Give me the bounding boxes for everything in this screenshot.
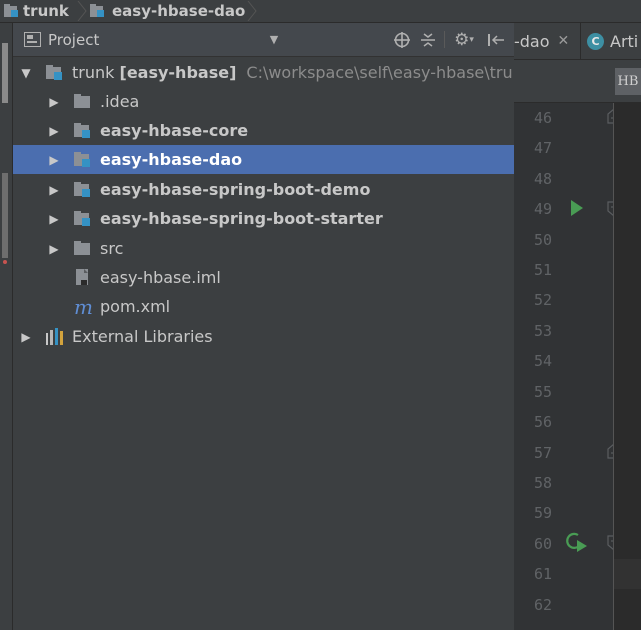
project-panel: Project ▼ ⚙ ▾ ▼ trunk [easy-hbase] C:\work… <box>13 23 514 630</box>
run-icon[interactable] <box>570 199 584 217</box>
tree-label: trunk [easy-hbase] C:\workspace\self\easy… <box>72 58 514 87</box>
breadcrumb-separator-icon <box>247 1 257 21</box>
tree-label: easy-hbase-core <box>100 121 249 140</box>
editor-area: -dao ✕ C Arti HB 46 47 48 49 50 51 52 53… <box>514 23 641 630</box>
project-panel-header: Project ▼ ⚙ ▾ <box>13 23 514 57</box>
stripe-tab-structure[interactable] <box>2 173 8 258</box>
editor-tab-dao[interactable]: -dao ✕ <box>514 23 569 59</box>
collapsed-arrow-icon[interactable]: ▶ <box>47 204 61 233</box>
line-number: 62 <box>533 596 552 614</box>
tree-label: External Libraries <box>72 327 213 346</box>
module-folder-icon <box>74 211 90 226</box>
tree-row-src[interactable]: ▶ src <box>13 234 514 263</box>
iml-file-icon <box>76 269 88 285</box>
view-mode-dropdown-icon[interactable]: ▼ <box>265 23 283 56</box>
line-number: 46 <box>533 109 552 127</box>
tab-label: -dao <box>514 31 550 51</box>
editor-toolbar: HB <box>514 60 641 102</box>
line-number: 53 <box>533 322 552 340</box>
module-folder-icon <box>46 65 62 80</box>
hide-icon[interactable] <box>483 23 509 56</box>
editor-tab-arti[interactable]: C Arti <box>587 23 638 59</box>
toolbar-separator <box>444 31 445 48</box>
panel-title: Project <box>48 30 100 49</box>
collapsed-arrow-icon[interactable]: ▶ <box>47 175 61 204</box>
rerun-icon[interactable] <box>564 531 588 553</box>
stripe-tab-project[interactable] <box>2 43 8 103</box>
line-number: 50 <box>533 231 552 249</box>
module-folder-icon <box>74 123 90 138</box>
line-number: 56 <box>533 413 552 431</box>
breadcrumb-label: trunk <box>23 2 69 20</box>
tree-label: .idea <box>100 92 140 111</box>
tab-label: Arti <box>610 31 639 51</box>
hb-label[interactable]: HB <box>615 68 641 95</box>
line-number: 51 <box>533 261 552 279</box>
expand-arrow-icon[interactable]: ▼ <box>19 58 33 87</box>
class-icon: C <box>587 32 604 50</box>
editor-gutter: 46 47 48 49 50 51 52 53 54 55 56 57 58 5… <box>514 103 621 630</box>
collapsed-arrow-icon[interactable]: ▶ <box>47 234 61 263</box>
left-tool-stripe[interactable] <box>0 23 13 630</box>
line-number: 60 <box>533 535 552 553</box>
tree-row-trunk[interactable]: ▼ trunk [easy-hbase] C:\workspace\self\ea… <box>13 58 514 87</box>
line-number: 55 <box>533 383 552 401</box>
tree-row-easy-hbase-spring-boot-demo[interactable]: ▶ easy-hbase-spring-boot-demo <box>13 175 514 204</box>
collapsed-arrow-icon[interactable]: ▶ <box>47 116 61 145</box>
tree-row-easy-hbase-dao[interactable]: ▶ easy-hbase-dao <box>13 145 514 174</box>
collapsed-arrow-icon[interactable]: ▶ <box>47 145 61 174</box>
tree-label: easy-hbase-spring-boot-starter <box>100 209 383 228</box>
caret-row-highlight <box>614 559 641 589</box>
project-view-icon <box>24 32 41 47</box>
line-number: 48 <box>533 170 552 188</box>
collapse-all-icon[interactable] <box>417 23 439 56</box>
tree-row-easy-hbase-core[interactable]: ▶ easy-hbase-core <box>13 116 514 145</box>
tree-label: pom.xml <box>100 297 171 316</box>
collapsed-arrow-icon[interactable]: ▶ <box>19 322 33 351</box>
target-icon[interactable] <box>391 23 413 56</box>
line-number: 49 <box>533 200 552 218</box>
module-folder-icon <box>4 4 18 17</box>
line-number: 52 <box>533 291 552 309</box>
editor-tab-bar: -dao ✕ C Arti <box>514 23 641 60</box>
folder-icon <box>74 94 90 108</box>
stripe-notification-dot <box>3 260 7 264</box>
tree-row-easy-hbase-spring-boot-starter[interactable]: ▶ easy-hbase-spring-boot-starter <box>13 204 514 233</box>
breadcrumb-item-easy-hbase-dao[interactable]: easy-hbase-dao <box>90 0 245 22</box>
tree-path: C:\workspace\self\easy-hbase\trunk <box>246 63 514 82</box>
line-number: 47 <box>533 139 552 157</box>
tree-row-external-libraries[interactable]: ▶ External Libraries <box>13 322 514 351</box>
breadcrumb-label: easy-hbase-dao <box>112 2 246 20</box>
tree-row-easy-hbase-iml[interactable]: easy-hbase.iml <box>13 263 514 292</box>
module-folder-icon <box>90 4 104 17</box>
collapsed-arrow-icon[interactable]: ▶ <box>47 87 61 116</box>
tree-label: easy-hbase-dao <box>100 150 243 169</box>
line-number: 61 <box>533 565 552 583</box>
tree-row-idea[interactable]: ▶ .idea <box>13 87 514 116</box>
gear-icon[interactable]: ⚙ ▾ <box>450 23 478 56</box>
folder-icon <box>74 241 90 255</box>
libraries-icon <box>46 328 63 345</box>
line-number: 54 <box>533 352 552 370</box>
tree-label: src <box>100 239 124 258</box>
module-folder-icon <box>74 182 90 197</box>
close-icon[interactable]: ✕ <box>558 33 570 49</box>
breadcrumb-separator-icon <box>77 1 87 21</box>
module-folder-icon <box>74 152 90 167</box>
breadcrumb-item-trunk[interactable]: trunk <box>4 0 69 22</box>
maven-icon: m <box>74 294 93 319</box>
line-number: 57 <box>533 444 552 462</box>
breadcrumb: trunk easy-hbase-dao <box>0 0 641 23</box>
tree-label: easy-hbase.iml <box>100 268 221 287</box>
tree-row-pom-xml[interactable]: m pom.xml <box>13 292 514 321</box>
code-area[interactable] <box>614 103 641 630</box>
tab-divider <box>580 23 581 59</box>
line-number: 59 <box>533 504 552 522</box>
tree-label: easy-hbase-spring-boot-demo <box>100 180 371 199</box>
line-number: 58 <box>533 474 552 492</box>
